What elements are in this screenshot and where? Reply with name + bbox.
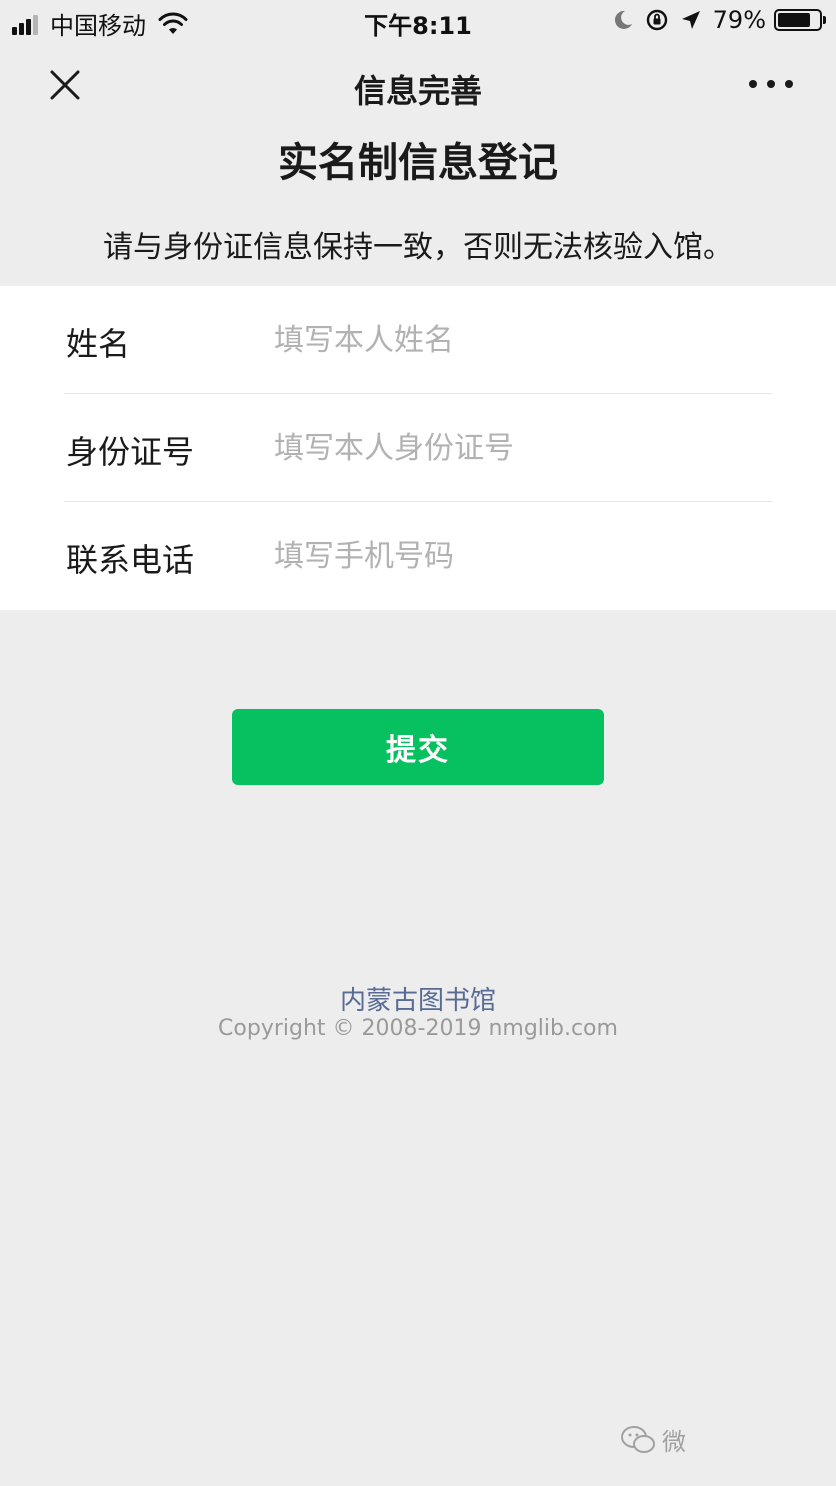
phone-input[interactable] <box>274 530 774 582</box>
name-label: 姓名 <box>66 325 131 363</box>
status-bar: 中国移动 下午8:11 79% <box>0 0 836 44</box>
form-row-name: 姓名 <box>0 286 836 394</box>
page-heading: 实名制信息登记 <box>278 140 558 186</box>
location-icon <box>681 11 700 29</box>
battery-icon <box>774 9 826 31</box>
page: 中国移动 下午8:11 79% 信息完善 实名制信息登记 请与身份证信息保持一致… <box>0 0 836 1486</box>
watermark: 微 <box>620 1410 830 1480</box>
id-number-input[interactable] <box>274 422 774 474</box>
more-icon[interactable] <box>746 74 796 94</box>
registration-form: 姓名 身份证号 联系电话 <box>0 286 836 610</box>
nav-bar: 信息完善 <box>0 44 836 126</box>
form-row-phone: 联系电话 <box>0 502 836 610</box>
footer-copyright: Copyright © 2008-2019 nmglib.com <box>218 1016 618 1041</box>
rotation-lock-icon <box>646 9 667 31</box>
status-right: 79% <box>601 6 826 34</box>
phone-label: 联系电话 <box>66 541 195 579</box>
watermark-text: 微 <box>662 1428 686 1456</box>
moon-icon <box>614 10 632 29</box>
battery-fill <box>778 13 810 27</box>
name-input[interactable] <box>274 314 774 366</box>
battery-percent: 79% <box>712 6 766 34</box>
footer-organization[interactable]: 内蒙古图书馆 <box>0 980 836 1017</box>
wechat-icon <box>621 1426 655 1453</box>
nav-title: 信息完善 <box>353 72 482 110</box>
notice-text: 请与身份证信息保持一致，否则无法核验入馆。 <box>103 230 733 265</box>
submit-button[interactable]: 提交 <box>232 709 604 785</box>
form-row-id-number: 身份证号 <box>0 394 836 502</box>
id-number-label: 身份证号 <box>66 433 195 471</box>
